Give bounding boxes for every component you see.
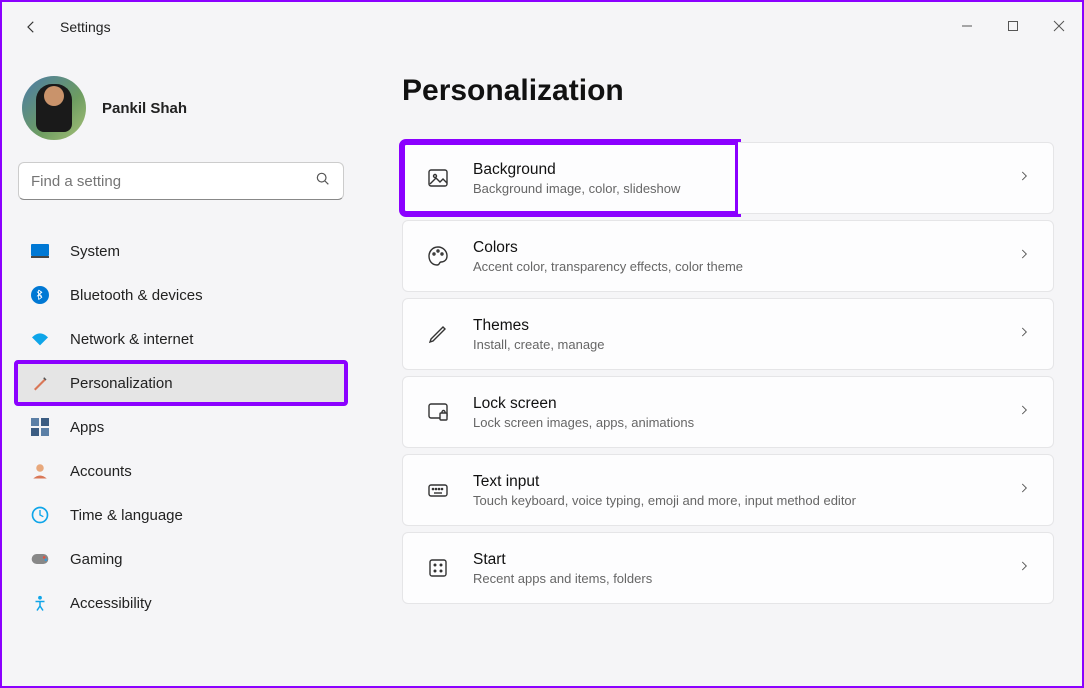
card-background-expand[interactable]	[738, 142, 1054, 214]
lock-screen-icon	[425, 399, 451, 425]
clock-globe-icon	[30, 505, 50, 525]
apps-icon	[30, 417, 50, 437]
card-title: Lock screen	[473, 395, 995, 413]
card-title: Start	[473, 551, 995, 569]
palette-icon	[425, 243, 451, 269]
card-text-input[interactable]: Text input Touch keyboard, voice typing,…	[402, 454, 1054, 526]
card-subtitle: Touch keyboard, voice typing, emoji and …	[473, 493, 995, 508]
chevron-right-icon	[1017, 559, 1031, 578]
keyboard-icon	[425, 477, 451, 503]
card-title: Text input	[473, 473, 995, 491]
maximize-button[interactable]	[990, 8, 1036, 44]
sidebar-item-network[interactable]: Network & internet	[16, 318, 346, 360]
main-content: Personalization Background Background im…	[362, 50, 1082, 686]
bluetooth-icon	[30, 285, 50, 305]
search-icon	[315, 171, 331, 192]
accessibility-icon	[30, 593, 50, 613]
card-colors[interactable]: Colors Accent color, transparency effect…	[402, 220, 1054, 292]
pen-icon	[425, 321, 451, 347]
card-lock-screen[interactable]: Lock screen Lock screen images, apps, an…	[402, 376, 1054, 448]
chevron-right-icon	[1017, 247, 1031, 266]
sidebar-item-bluetooth[interactable]: Bluetooth & devices	[16, 274, 346, 316]
sidebar-item-accessibility[interactable]: Accessibility	[16, 582, 346, 624]
gamepad-icon	[30, 549, 50, 569]
sidebar-item-accounts[interactable]: Accounts	[16, 450, 346, 492]
sidebar-item-label: Gaming	[70, 551, 123, 568]
start-grid-icon	[425, 555, 451, 581]
profile-section[interactable]: Pankil Shah	[16, 62, 346, 162]
avatar	[22, 76, 86, 140]
chevron-right-icon	[1017, 325, 1031, 344]
sidebar-item-label: Accounts	[70, 463, 132, 480]
sidebar-item-system[interactable]: System	[16, 230, 346, 272]
profile-name: Pankil Shah	[102, 100, 187, 117]
card-title: Background	[473, 161, 716, 179]
sidebar-item-label: Network & internet	[70, 331, 193, 348]
sidebar-item-label: Personalization	[70, 375, 173, 392]
card-themes[interactable]: Themes Install, create, manage	[402, 298, 1054, 370]
page-title: Personalization	[402, 74, 1054, 108]
card-title: Colors	[473, 239, 995, 257]
wifi-icon	[30, 329, 50, 349]
sidebar-item-label: Time & language	[70, 507, 183, 524]
chevron-right-icon	[1017, 481, 1031, 500]
card-background[interactable]: Background Background image, color, slid…	[402, 142, 738, 214]
display-icon	[30, 241, 50, 261]
sidebar-item-label: Accessibility	[70, 595, 152, 612]
card-subtitle: Background image, color, slideshow	[473, 181, 716, 196]
card-subtitle: Install, create, manage	[473, 337, 995, 352]
sidebar-item-gaming[interactable]: Gaming	[16, 538, 346, 580]
sidebar-item-label: Apps	[70, 419, 104, 436]
card-subtitle: Lock screen images, apps, animations	[473, 415, 995, 430]
card-title: Themes	[473, 317, 995, 335]
sidebar-item-apps[interactable]: Apps	[16, 406, 346, 448]
picture-icon	[425, 165, 451, 191]
paintbrush-icon	[30, 373, 50, 393]
card-subtitle: Accent color, transparency effects, colo…	[473, 259, 995, 274]
person-icon	[30, 461, 50, 481]
search-box[interactable]	[18, 162, 344, 200]
app-title: Settings	[60, 19, 111, 35]
search-input[interactable]	[31, 173, 315, 190]
chevron-right-icon	[1017, 403, 1031, 422]
sidebar-item-label: System	[70, 243, 120, 260]
sidebar-item-personalization[interactable]: Personalization	[16, 362, 346, 404]
card-start[interactable]: Start Recent apps and items, folders	[402, 532, 1054, 604]
card-subtitle: Recent apps and items, folders	[473, 571, 995, 586]
close-button[interactable]	[1036, 8, 1082, 44]
chevron-right-icon	[1017, 169, 1031, 188]
sidebar-item-label: Bluetooth & devices	[70, 287, 203, 304]
sidebar-item-time-language[interactable]: Time & language	[16, 494, 346, 536]
minimize-button[interactable]	[944, 8, 990, 44]
sidebar: Pankil Shah System Bluetooth & devices N…	[2, 50, 362, 686]
back-button[interactable]	[20, 16, 42, 38]
